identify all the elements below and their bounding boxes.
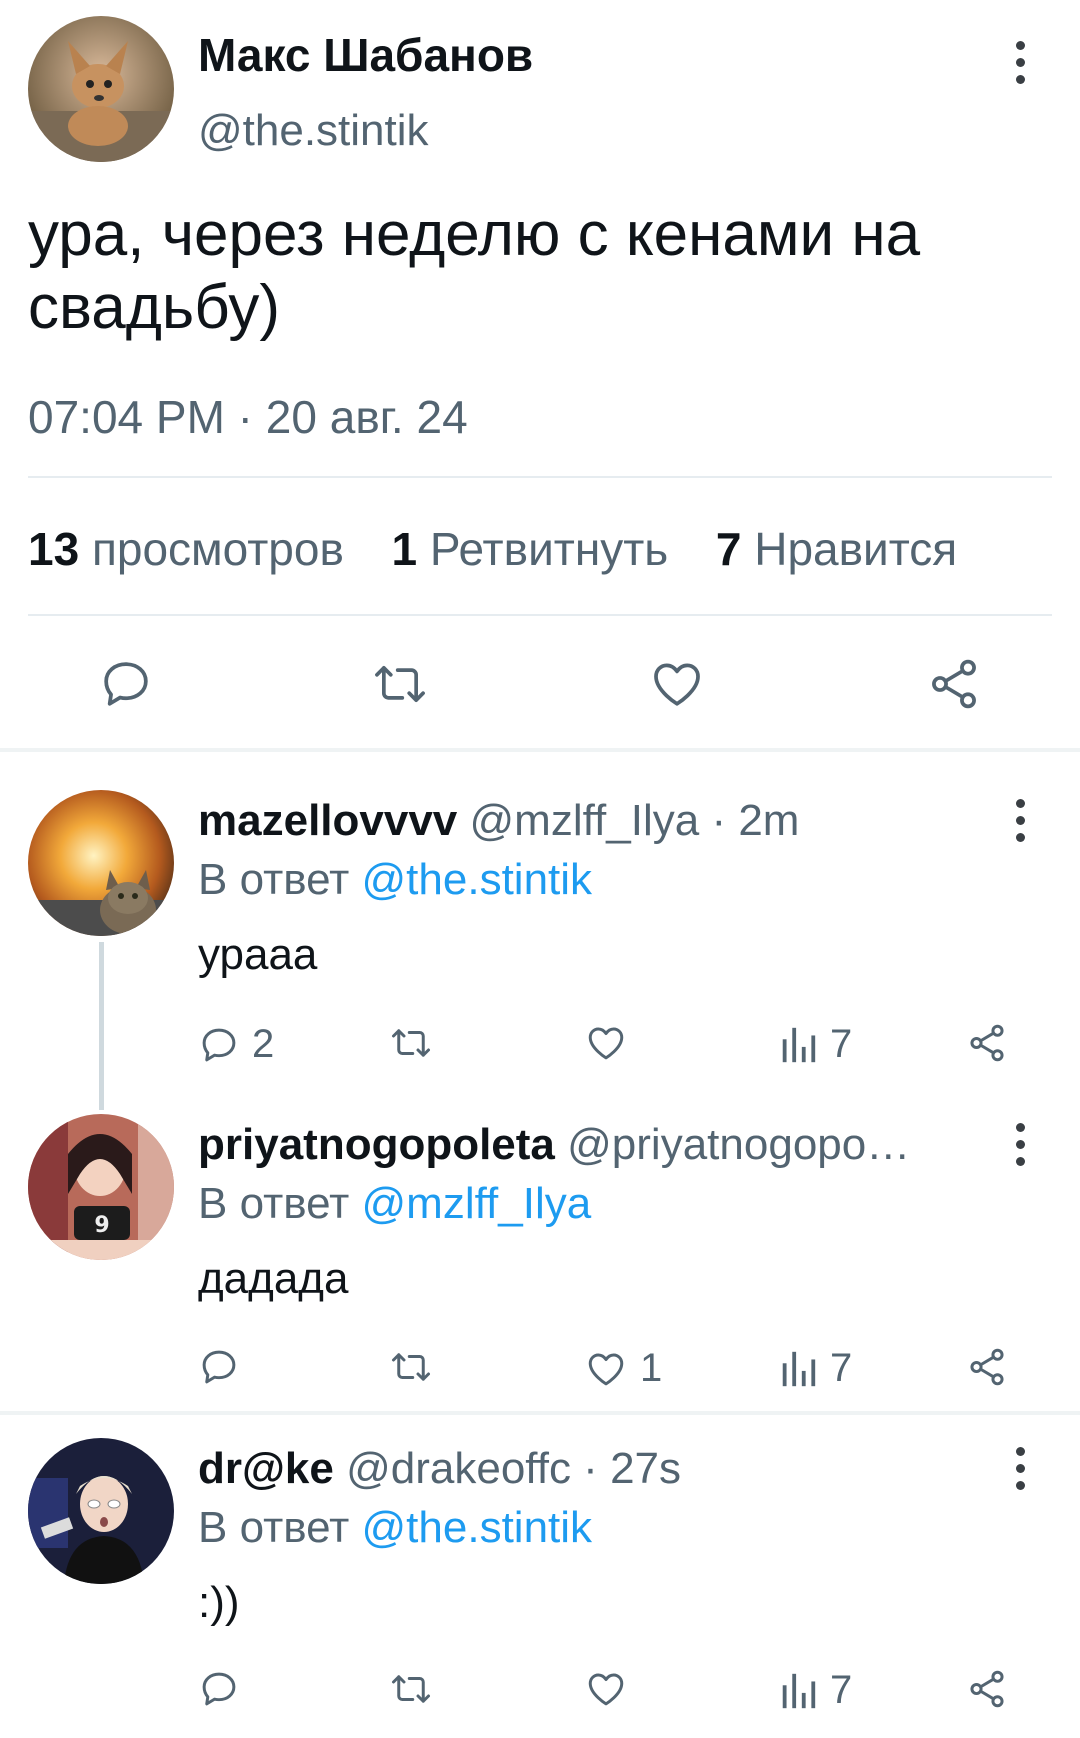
- likes-label[interactable]: Нравится: [754, 523, 957, 575]
- divider: [28, 614, 1052, 616]
- share-icon: [970, 1024, 1004, 1062]
- reply-icon: [202, 1672, 236, 1706]
- share-button[interactable]: [966, 1346, 1008, 1388]
- views-count: 7: [830, 1022, 853, 1066]
- views-count: 7: [830, 1346, 853, 1390]
- author-name[interactable]: Макс Шабанов: [198, 28, 533, 82]
- like-count: 1: [640, 1346, 663, 1390]
- retweet-button[interactable]: [370, 656, 430, 712]
- retweet-button[interactable]: [388, 1022, 446, 1064]
- tweet-date: 20 авг. 24: [265, 391, 468, 443]
- reply-button[interactable]: [198, 1346, 252, 1388]
- tweet-stats: 13 просмотров 1 Ретвитнуть 7 Нравится: [28, 522, 957, 576]
- reply-text: дадада: [198, 1254, 349, 1303]
- views-icon: [782, 1027, 816, 1062]
- author-handle[interactable]: @the.stintik: [198, 106, 429, 156]
- reply-to-link[interactable]: @the.stintik: [362, 855, 593, 904]
- views-count: 7: [830, 1668, 853, 1712]
- reply-author-name[interactable]: priyatnogopoleta: [198, 1120, 555, 1169]
- views-icon: [782, 1351, 816, 1386]
- reply-avatar[interactable]: [28, 1438, 174, 1584]
- like-button[interactable]: [584, 1022, 640, 1064]
- reply-button[interactable]: 2: [198, 1022, 274, 1067]
- share-button[interactable]: [926, 656, 982, 712]
- timestamp-separator: ·: [224, 391, 266, 443]
- retweets-label[interactable]: Ретвитнуть: [430, 523, 668, 575]
- reply-icon: [202, 1028, 236, 1061]
- reply-to-prefix: В ответ: [198, 855, 350, 904]
- retweet-button[interactable]: [388, 1668, 446, 1710]
- retweet-icon: [392, 1675, 430, 1703]
- reply-to-line: В ответ @the.stintik: [198, 855, 592, 905]
- reply-header: priyatnogopoleta @priyatnogopo…: [198, 1120, 978, 1170]
- reply-button[interactable]: [198, 1668, 252, 1710]
- section-separator: [0, 1411, 1080, 1415]
- reply-time-separator: ·: [699, 796, 739, 845]
- retweet-icon: [392, 1029, 430, 1057]
- share-icon: [970, 1670, 1004, 1708]
- retweet-icon: [392, 1353, 430, 1381]
- retweets-count: 1: [391, 523, 418, 575]
- tweet-time: 07:04 PM: [28, 391, 225, 443]
- views-icon: [782, 1673, 816, 1708]
- svg-text:9: 9: [94, 1213, 109, 1238]
- reply-time: 27s: [610, 1444, 682, 1493]
- divider: [28, 476, 1052, 478]
- reply-author-name[interactable]: mazellovvvv: [198, 796, 457, 845]
- more-icon[interactable]: [1000, 1438, 1040, 1498]
- thread-line: [99, 942, 104, 1110]
- reply-header: dr@ke @drakeoffc · 27s: [198, 1444, 978, 1494]
- tweet-text: ура, через неделю с кенами на свадьбу): [28, 200, 921, 342]
- reply-author-handle[interactable]: @drakeoffc: [346, 1444, 571, 1493]
- reply-author-handle[interactable]: @mzlff_Ilya: [470, 796, 700, 845]
- section-separator: [0, 748, 1080, 752]
- share-button[interactable]: [966, 1022, 1008, 1064]
- reply-to-line: В ответ @mzlff_Ilya: [198, 1179, 591, 1229]
- reply-time: 2m: [738, 796, 800, 845]
- like-icon: [588, 1353, 624, 1385]
- share-icon: [970, 1348, 1004, 1386]
- reply-avatar[interactable]: [28, 790, 174, 936]
- tweet-timestamp: 07:04 PM · 20 авг. 24: [28, 390, 468, 444]
- reply-button[interactable]: [98, 656, 154, 712]
- reply-avatar[interactable]: 9: [28, 1114, 174, 1260]
- reply-icon: [104, 662, 148, 706]
- likes-count: 7: [715, 523, 742, 575]
- views-label[interactable]: просмотров: [92, 523, 344, 575]
- like-button[interactable]: 1: [584, 1346, 662, 1391]
- author-avatar[interactable]: [28, 16, 174, 162]
- share-button[interactable]: [966, 1668, 1008, 1710]
- more-icon[interactable]: [1000, 790, 1040, 850]
- more-icon[interactable]: [1000, 1114, 1040, 1174]
- reply-to-prefix: В ответ: [198, 1503, 350, 1552]
- reply-author-name[interactable]: dr@ke: [198, 1444, 334, 1493]
- retweet-icon: [375, 666, 425, 702]
- views-button[interactable]: 7: [778, 1022, 852, 1067]
- like-icon: [588, 1673, 624, 1706]
- reply-to-link[interactable]: @the.stintik: [362, 1503, 593, 1552]
- reply-to-prefix: В ответ: [198, 1179, 350, 1228]
- reply-text: :)): [198, 1578, 240, 1627]
- reply-time-separator: ·: [570, 1444, 611, 1493]
- views-button[interactable]: 7: [778, 1668, 852, 1713]
- more-icon[interactable]: [1000, 32, 1040, 92]
- views-count: 13: [28, 523, 80, 575]
- like-icon: [654, 663, 700, 706]
- reply-icon: [202, 1350, 236, 1384]
- like-icon: [588, 1027, 624, 1060]
- retweet-button[interactable]: [388, 1346, 446, 1388]
- tweet-detail-page: Макс Шабанов @the.stintik ура, через нед…: [0, 0, 1080, 1738]
- reply-to-link[interactable]: @mzlff_Ilya: [362, 1179, 592, 1228]
- like-button[interactable]: [648, 656, 706, 712]
- like-button[interactable]: [584, 1668, 640, 1710]
- reply-to-line: В ответ @the.stintik: [198, 1503, 592, 1553]
- views-button[interactable]: 7: [778, 1346, 852, 1391]
- reply-text: урааа: [198, 930, 318, 979]
- reply-header: mazellovvvv @mzlff_Ilya · 2m: [198, 796, 978, 846]
- reply-author-handle[interactable]: @priyatnogopo…: [567, 1120, 910, 1169]
- share-icon: [932, 659, 976, 709]
- reply-count: 2: [252, 1022, 275, 1066]
